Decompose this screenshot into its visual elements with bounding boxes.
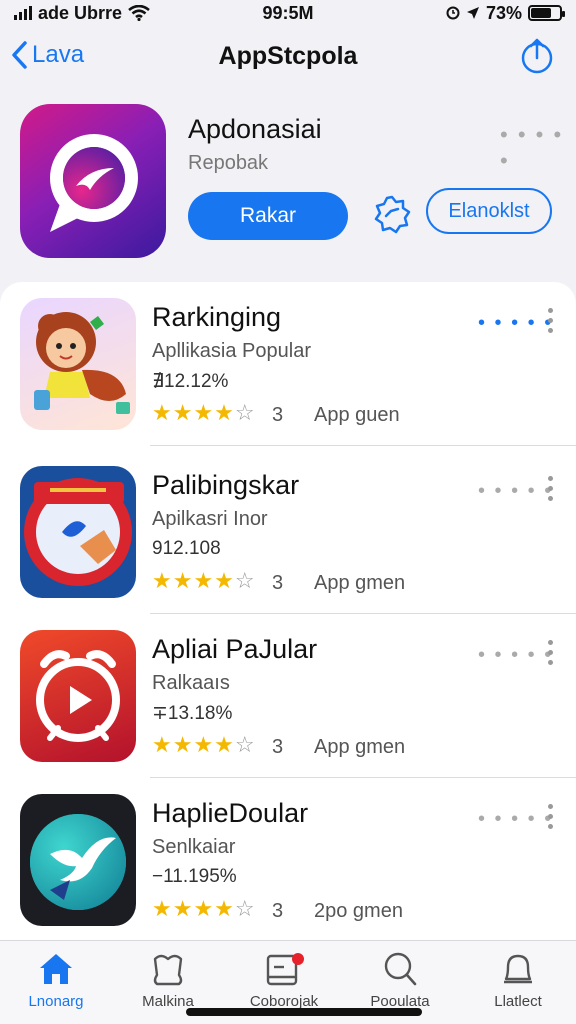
- app-title: Apliai PaJular: [152, 634, 318, 664]
- star-rating: ★★★★☆: [152, 568, 256, 594]
- star-rating: ★★★★☆: [152, 896, 256, 922]
- page-dots-icon: • • • • •: [478, 480, 554, 502]
- navigation-bar: Lava AppStcpola: [0, 30, 576, 86]
- app-genre: App gmen: [314, 572, 406, 594]
- empty-star-icon: ☆: [234, 896, 256, 921]
- more-options-icon[interactable]: • • • • •: [500, 122, 576, 174]
- list-item[interactable]: Rarkinging Apllikasia Popular ∄12.12% ★★…: [0, 282, 576, 446]
- app-genre: App gmen: [314, 736, 406, 758]
- star-rating: ★★★★☆: [152, 400, 256, 426]
- verified-badge-icon[interactable]: [372, 194, 412, 234]
- bookmark-icon: [153, 954, 183, 986]
- page-dots-icon: • • • • •: [478, 808, 554, 830]
- featured-app-icon[interactable]: [20, 104, 166, 258]
- filled-stars: ★★★★: [152, 732, 235, 757]
- page-dots-icon: • • • • •: [478, 312, 554, 334]
- status-bar: ade Ubrre 99:5M 73%: [0, 0, 576, 26]
- get-button[interactable]: Rakar: [188, 192, 348, 240]
- app-subtitle: Apilkasri Inor: [152, 508, 268, 530]
- share-icon[interactable]: [520, 38, 554, 74]
- app-title: Palibingskar: [152, 470, 300, 500]
- featured-app-subtitle: Repobak: [188, 152, 269, 174]
- app-title: Rarkinging: [152, 302, 282, 332]
- vertical-more-icon[interactable]: [546, 640, 554, 665]
- featured-app-title: Apdonasiai: [188, 114, 322, 144]
- bell-icon: [504, 954, 532, 984]
- chat-bubble-icon: [50, 134, 138, 232]
- page-title: AppStcpola: [218, 42, 358, 70]
- status-time: 99:5M: [262, 2, 314, 23]
- search-icon: [384, 952, 417, 986]
- app-title: HaplieDoular: [152, 798, 309, 828]
- app-genre: App guen: [314, 404, 400, 426]
- vertical-more-icon[interactable]: [546, 804, 554, 829]
- filled-stars: ★★★★: [152, 568, 235, 593]
- secondary-button[interactable]: Elanoklst: [426, 188, 552, 234]
- divider: [150, 445, 576, 446]
- home-indicator[interactable]: [186, 1008, 422, 1016]
- app-price: ∓13.18%: [152, 703, 233, 724]
- inbox-icon: [266, 953, 304, 986]
- battery-level: [531, 8, 552, 18]
- rating-count: 3: [272, 572, 284, 594]
- rating-count: 3: [272, 736, 284, 758]
- tab-label: Llatlect: [494, 993, 542, 1010]
- app-price: 912.108: [152, 538, 221, 559]
- app-price: ∄12.12%: [152, 371, 229, 392]
- empty-star-icon: ☆: [234, 568, 256, 593]
- app-icon-cartoon-girl[interactable]: [20, 298, 136, 430]
- battery-icon: [528, 5, 565, 21]
- star-rating: ★★★★☆: [152, 732, 256, 758]
- app-subtitle: Ralkaaıs: [152, 672, 230, 694]
- app-subtitle: Senlkaiar: [152, 836, 236, 858]
- rating-count: 3: [272, 900, 284, 922]
- app-icon-timer[interactable]: [20, 630, 136, 762]
- app-list: Rarkinging Apllikasia Popular ∄12.12% ★★…: [0, 282, 576, 942]
- home-icon: [40, 954, 72, 984]
- app-icon-bird[interactable]: [20, 794, 136, 926]
- app-subtitle: Apllikasia Popular: [152, 340, 311, 362]
- tab-label: Lnonarg: [28, 993, 84, 1010]
- rating-count: 3: [272, 404, 284, 426]
- app-genre: 2po gmen: [314, 900, 403, 922]
- filled-stars: ★★★★: [152, 400, 235, 425]
- list-item[interactable]: Apliai PaJular Ralkaaıs ∓13.18% ★★★★☆ 3 …: [0, 614, 576, 778]
- app-price: −11.195%: [152, 866, 237, 887]
- tab-notifications[interactable]: Llatlect: [468, 947, 568, 1021]
- featured-app: Apdonasiai Repobak • • • • • Rakar Elano…: [0, 96, 576, 276]
- vertical-more-icon[interactable]: [546, 476, 554, 501]
- empty-star-icon: ☆: [234, 732, 256, 757]
- empty-star-icon: ☆: [234, 400, 256, 425]
- page-dots-icon: • • • • •: [478, 644, 554, 666]
- filled-stars: ★★★★: [152, 896, 235, 921]
- list-item[interactable]: HaplieDoular Senlkaiar −11.195% ★★★★☆ 3 …: [0, 778, 576, 942]
- vertical-more-icon[interactable]: [546, 308, 554, 333]
- tab-home[interactable]: Lnonarg: [6, 947, 106, 1021]
- app-icon-badge[interactable]: [20, 466, 136, 598]
- list-item[interactable]: Palibingskar Apilkasri Inor 912.108 ★★★★…: [0, 450, 576, 614]
